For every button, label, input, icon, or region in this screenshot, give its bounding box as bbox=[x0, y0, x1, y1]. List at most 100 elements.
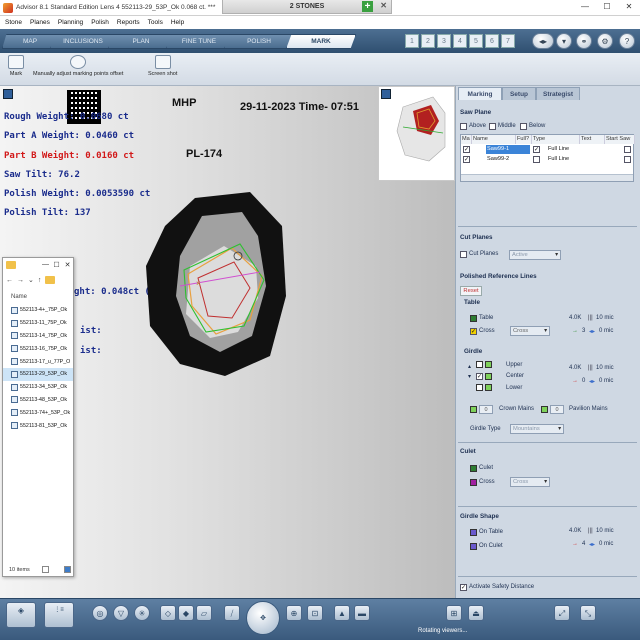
tab-fine-tune[interactable]: FINE TUNE bbox=[166, 34, 232, 49]
cut-planes-checkbox[interactable] bbox=[460, 251, 467, 258]
table-scrollbar[interactable] bbox=[461, 174, 633, 181]
col-header[interactable]: Name bbox=[472, 135, 516, 144]
culet-swatch[interactable] bbox=[470, 465, 477, 472]
zoom-in-icon[interactable]: ⊕ bbox=[286, 605, 302, 621]
tab-mark[interactable]: MARK bbox=[286, 34, 356, 49]
minimize-button[interactable]: — bbox=[574, 0, 596, 14]
large-icons-view-icon[interactable] bbox=[63, 566, 71, 573]
file-item[interactable]: 552113-11_75P_Ok bbox=[3, 317, 73, 330]
menu-planning[interactable]: Planning bbox=[58, 19, 83, 26]
file-item[interactable]: 552113-81_53P_Ok bbox=[3, 419, 73, 432]
safety-distance-checkbox[interactable] bbox=[460, 584, 467, 591]
view-front-icon[interactable]: ◆ bbox=[178, 605, 194, 621]
row-full-checkbox[interactable] bbox=[533, 146, 540, 153]
center-swatch[interactable] bbox=[485, 373, 492, 380]
row-full-checkbox[interactable] bbox=[533, 156, 540, 163]
stone-number-2[interactable]: 2 bbox=[421, 34, 435, 48]
screenshot-button[interactable]: Screen shot bbox=[148, 55, 177, 77]
manual-adjust-button[interactable]: Manually adjust marking points offset bbox=[33, 55, 123, 77]
girdle-up-arrow-icon[interactable]: ▴ bbox=[468, 363, 471, 370]
row-name[interactable]: Saw99-2 bbox=[486, 155, 530, 164]
eject-icon[interactable]: ⏏ bbox=[468, 605, 484, 621]
stone-number-4[interactable]: 4 bbox=[453, 34, 467, 48]
row-type[interactable]: Full Line bbox=[547, 145, 569, 154]
upper-checkbox[interactable] bbox=[476, 361, 483, 368]
upper-swatch[interactable] bbox=[485, 361, 492, 368]
stone-thumbnail-view[interactable] bbox=[378, 86, 455, 181]
tab-setup[interactable]: Setup bbox=[502, 87, 536, 100]
stone-model[interactable]: × bbox=[140, 186, 290, 381]
layers-icon[interactable]: ⋮≡ bbox=[44, 602, 74, 628]
tab-map[interactable]: MAP bbox=[2, 34, 58, 49]
expand-view-icon[interactable]: ⤢ bbox=[554, 605, 570, 621]
pavilion-mains-swatch[interactable] bbox=[541, 406, 548, 413]
gem-top-icon[interactable]: ◎ bbox=[92, 605, 108, 621]
rotation-pad-icon[interactable]: ✥ bbox=[246, 601, 280, 635]
row-name[interactable]: Saw99-1 bbox=[486, 145, 530, 154]
file-item[interactable]: 552113-4+_75P_Ok bbox=[3, 304, 73, 317]
col-header[interactable]: Type bbox=[532, 135, 580, 144]
menu-stone[interactable]: Stone bbox=[5, 19, 22, 26]
tab-marking[interactable]: Marking bbox=[458, 87, 502, 100]
stone-number-5[interactable]: 5 bbox=[469, 34, 483, 48]
add-stone-icon[interactable]: + bbox=[362, 1, 373, 12]
col-header[interactable]: Start Saw bbox=[605, 135, 635, 144]
file-item[interactable]: 552113-14_75P_Ok bbox=[3, 330, 73, 343]
tab-strategist[interactable]: Strategist bbox=[536, 87, 580, 100]
menu-planes[interactable]: Planes bbox=[30, 19, 50, 26]
gem-side-icon[interactable]: ▽ bbox=[113, 605, 129, 621]
stones-tab[interactable]: 2 STONES + ✕ bbox=[222, 0, 392, 14]
stone-number-6[interactable]: 6 bbox=[485, 34, 499, 48]
cross-checkbox[interactable] bbox=[470, 328, 477, 335]
file-item[interactable]: 552113-16_75P_Ok bbox=[3, 342, 73, 355]
slash-tool-icon[interactable]: ⧸ bbox=[224, 605, 240, 621]
menu-tools[interactable]: Tools bbox=[148, 19, 163, 26]
dropdown-icon[interactable]: ▾ bbox=[556, 33, 572, 49]
girdle-down-arrow-icon[interactable]: ▾ bbox=[468, 373, 471, 380]
row-mark-checkbox[interactable] bbox=[463, 146, 470, 153]
above-checkbox[interactable] bbox=[460, 123, 467, 130]
row-mark-checkbox[interactable] bbox=[463, 156, 470, 163]
navigate-arrows-icon[interactable]: ◂▸ bbox=[532, 33, 554, 49]
view-top-icon[interactable]: ◇ bbox=[160, 605, 176, 621]
maximize-button[interactable]: ☐ bbox=[596, 0, 618, 14]
col-header[interactable]: Text bbox=[580, 135, 605, 144]
cut-planes-select[interactable]: Active bbox=[509, 250, 561, 260]
forward-arrow-icon[interactable]: → bbox=[17, 277, 24, 284]
tab-plan[interactable]: PLAN bbox=[108, 34, 174, 49]
close-tab-icon[interactable]: ✕ bbox=[380, 1, 387, 10]
tab-inclusions[interactable]: INCLUSIONS bbox=[50, 34, 116, 49]
culet-cross-swatch[interactable] bbox=[470, 479, 477, 486]
explorer-close-button[interactable]: ✕ bbox=[62, 261, 73, 269]
col-header[interactable]: Full? bbox=[516, 135, 532, 144]
stone-view-icon[interactable]: ◈ bbox=[6, 602, 36, 628]
stone-number-3[interactable]: 3 bbox=[437, 34, 451, 48]
explorer-minimize-button[interactable]: — bbox=[40, 261, 51, 269]
on-culet-swatch[interactable] bbox=[470, 543, 477, 550]
mark-button[interactable]: Mark bbox=[8, 55, 24, 77]
tab-polish[interactable]: POLISH bbox=[224, 34, 294, 49]
reset-button[interactable]: Reset bbox=[460, 286, 482, 296]
back-arrow-icon[interactable]: ← bbox=[6, 277, 13, 284]
lower-swatch[interactable] bbox=[485, 384, 492, 391]
file-explorer-window[interactable]: — ☐ ✕ ← → ⌄ ↑ Name 552113-4+_75P_Ok 5521… bbox=[2, 257, 74, 577]
help-icon[interactable]: ? bbox=[619, 33, 635, 49]
menu-help[interactable]: Help bbox=[171, 19, 184, 26]
file-item[interactable]: 552113-48_53P_Ok bbox=[3, 394, 73, 407]
view-side-icon[interactable]: ▱ bbox=[196, 605, 212, 621]
zoom-fit-icon[interactable]: ⊡ bbox=[307, 605, 323, 621]
stone-number-7[interactable]: 7 bbox=[501, 34, 515, 48]
plane-down-icon[interactable]: ▬ bbox=[354, 605, 370, 621]
menu-polish[interactable]: Polish bbox=[91, 19, 109, 26]
table-color-swatch[interactable] bbox=[470, 315, 477, 322]
details-view-icon[interactable] bbox=[42, 566, 50, 573]
below-checkbox[interactable] bbox=[520, 123, 527, 130]
cross-select[interactable]: Cross bbox=[510, 326, 550, 336]
crown-mains-spinner[interactable]: 0 bbox=[479, 405, 493, 414]
name-column-header[interactable]: Name bbox=[3, 288, 73, 304]
stone-number-1[interactable]: 1 bbox=[405, 34, 419, 48]
explorer-maximize-button[interactable]: ☐ bbox=[51, 261, 62, 269]
marker-tool-icon[interactable]: ⊞ bbox=[446, 605, 462, 621]
file-item[interactable]: 552113-74+_53P_Ok bbox=[3, 406, 73, 419]
file-item-selected[interactable]: 552113-29_53P_Ok bbox=[3, 367, 73, 381]
